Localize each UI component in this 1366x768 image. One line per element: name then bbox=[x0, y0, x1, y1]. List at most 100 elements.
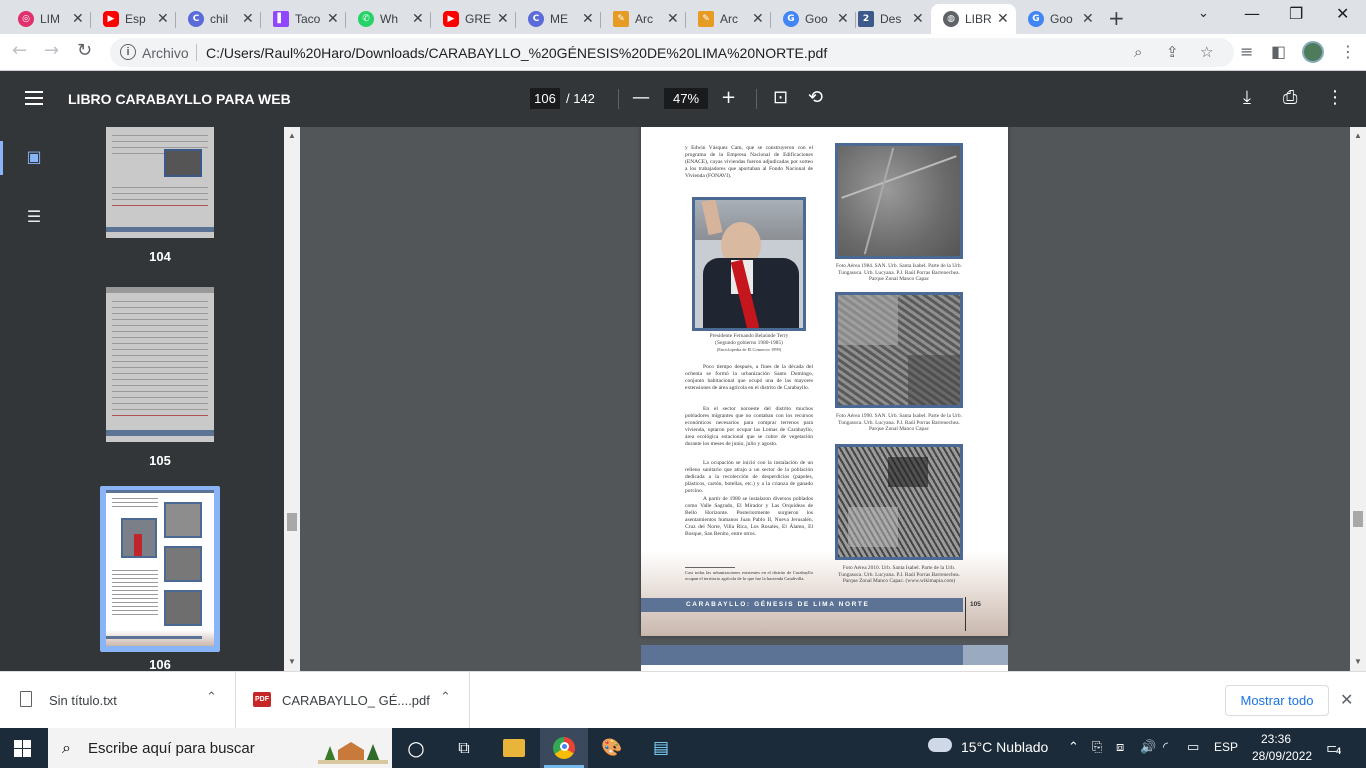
file-explorer-icon[interactable] bbox=[503, 739, 525, 757]
forward-icon[interactable]: → bbox=[44, 40, 59, 61]
body-paragraph: A partir de 1980 se instalaron diversos … bbox=[685, 496, 813, 537]
browser-tab[interactable]: G Goo ✕ bbox=[1016, 4, 1101, 34]
address-url[interactable]: C:/Users/Raul%20Haro/Downloads/CARABAYLL… bbox=[206, 45, 827, 61]
page-thumbnail-current[interactable] bbox=[106, 490, 214, 646]
browser-tab[interactable]: ▶ Esp ✕ bbox=[91, 4, 176, 34]
close-tab-icon[interactable]: ✕ bbox=[327, 11, 339, 27]
wifi-icon[interactable]: ◜ bbox=[1163, 740, 1168, 755]
intro-text: y Edwin Vásquez Cam, que se construyeron… bbox=[685, 145, 813, 179]
battery-icon[interactable]: ▭ bbox=[1187, 740, 1199, 755]
close-tab-icon[interactable]: ✕ bbox=[667, 11, 679, 27]
windows-start-icon[interactable] bbox=[14, 740, 31, 757]
back-icon[interactable]: ← bbox=[12, 40, 27, 61]
bookmark-star-icon[interactable]: ☆ bbox=[1200, 43, 1213, 61]
close-tab-icon[interactable]: ✕ bbox=[912, 11, 924, 27]
viewer-scrollbar[interactable]: ▲ ▼ bbox=[1350, 127, 1366, 671]
browser-tab[interactable]: ✎ Arc ✕ bbox=[686, 4, 771, 34]
twitch-icon: ▌ bbox=[273, 11, 289, 27]
paint-icon[interactable]: 🎨 bbox=[601, 737, 623, 759]
close-download-bar-icon[interactable]: ✕ bbox=[1340, 690, 1353, 709]
zoom-in-icon[interactable]: + bbox=[721, 87, 736, 108]
zoom-out-icon[interactable]: — bbox=[632, 87, 650, 108]
download-item[interactable]: Sin título.txt ⌃ bbox=[0, 672, 236, 729]
close-tab-icon[interactable]: ✕ bbox=[752, 11, 764, 27]
close-tab-icon[interactable]: ✕ bbox=[412, 11, 424, 27]
more-options-icon[interactable]: ⋮ bbox=[1326, 87, 1344, 108]
tab-search-icon[interactable]: ⌄ bbox=[1198, 6, 1209, 21]
aerial-caption: Foto Aérea 1984. SAN. Urb. Santa Isabel.… bbox=[836, 263, 962, 282]
menu-icon[interactable] bbox=[25, 91, 43, 105]
close-tab-icon[interactable]: ✕ bbox=[497, 11, 509, 27]
fit-page-icon[interactable]: ⊡ bbox=[773, 87, 788, 108]
browser-tab-active[interactable]: ◍ LIBR ✕ bbox=[931, 4, 1016, 34]
aerial-photo-1984 bbox=[835, 143, 963, 259]
reading-list-icon[interactable]: ≡ bbox=[1240, 42, 1253, 61]
download-icon[interactable]: ⤓ bbox=[1243, 87, 1251, 108]
profile-avatar[interactable] bbox=[1302, 41, 1324, 63]
chevron-up-icon[interactable]: ⌃ bbox=[440, 690, 451, 705]
sidebar-scrollbar[interactable]: ▲ ▼ bbox=[284, 127, 300, 671]
restore-icon[interactable]: ❐ bbox=[1289, 4, 1303, 23]
window-close-icon[interactable]: ✕ bbox=[1336, 4, 1349, 23]
download-item[interactable]: PDF CARABAYLLO_ GÉ....pdf ⌃ bbox=[236, 672, 470, 729]
pdf-viewer[interactable]: y Edwin Vásquez Cam, que se construyeron… bbox=[300, 127, 1350, 671]
close-tab-icon[interactable]: ✕ bbox=[1082, 11, 1094, 27]
youtube-icon: ▶ bbox=[443, 11, 459, 27]
browser-tab[interactable]: G Goo ✕ bbox=[771, 4, 856, 34]
reload-icon[interactable]: ↻ bbox=[77, 40, 92, 61]
footnote: Casi todas las urbanizaciones existentes… bbox=[685, 570, 813, 581]
volume-icon[interactable]: 🔊 bbox=[1140, 740, 1156, 755]
info-icon[interactable]: i bbox=[120, 44, 136, 60]
share-icon[interactable]: ⇪ bbox=[1166, 43, 1179, 61]
side-panel-icon[interactable]: ◧ bbox=[1271, 42, 1286, 61]
pdf-toolbar: LIBRO CARABAYLLO PARA WEB 106 / 142 — 47… bbox=[0, 71, 1366, 127]
meet-now-icon[interactable]: ⎘ bbox=[1092, 740, 1102, 755]
outline-icon[interactable]: ☰ bbox=[24, 207, 44, 226]
task-view-icon[interactable]: ⧉ bbox=[453, 737, 475, 759]
portrait-caption: (Segundo gobierno 1980-1985) bbox=[715, 340, 783, 346]
network-share-icon[interactable]: ⧈ bbox=[1116, 740, 1124, 755]
page-number-input[interactable]: 106 bbox=[530, 88, 560, 109]
address-bar[interactable]: i Archivo C:/Users/Raul%20Haro/Downloads… bbox=[110, 38, 1234, 67]
chevron-up-icon[interactable]: ⌃ bbox=[206, 690, 217, 705]
close-tab-icon[interactable]: ✕ bbox=[582, 11, 594, 27]
browser-tab[interactable]: Cchil ✕ bbox=[176, 4, 261, 34]
chrome-icon[interactable] bbox=[553, 737, 575, 759]
page-total: / 142 bbox=[566, 91, 595, 106]
browser-tab[interactable]: C ME ✕ bbox=[516, 4, 601, 34]
clock-date: 28/09/2022 bbox=[1252, 749, 1313, 763]
close-tab-icon[interactable]: ✕ bbox=[242, 11, 254, 27]
new-tab-icon[interactable]: + bbox=[1108, 6, 1125, 30]
browser-tab[interactable]: ✆ Wh ✕ bbox=[346, 4, 431, 34]
browser-tab[interactable]: ◎ LIM ✕ bbox=[6, 4, 91, 34]
zoom-icon[interactable]: ⌕ bbox=[1134, 43, 1142, 61]
clock[interactable]: 23:36 28/09/2022 bbox=[1252, 731, 1313, 765]
browser-tab[interactable]: ✎ Arc ✕ bbox=[601, 4, 686, 34]
page-thumbnail[interactable] bbox=[106, 287, 214, 442]
download-tab-icon: 2 bbox=[858, 11, 874, 27]
search-icon: ⌕ bbox=[62, 738, 71, 757]
rotate-icon[interactable]: ⟲ bbox=[808, 87, 823, 108]
pdf-file-icon: PDF bbox=[253, 692, 271, 707]
notifications-count: 4 bbox=[1336, 746, 1342, 756]
close-tab-icon[interactable]: ✕ bbox=[72, 11, 84, 27]
close-tab-icon[interactable]: ✕ bbox=[997, 11, 1009, 27]
print-icon[interactable]: ⎙ bbox=[1283, 87, 1297, 108]
notepad-icon[interactable]: ▤ bbox=[650, 737, 672, 759]
chrome-menu-icon[interactable]: ⋮ bbox=[1340, 42, 1356, 61]
taskbar-search[interactable]: ⌕ Escribe aquí para buscar bbox=[48, 728, 392, 768]
weather-text[interactable]: 15°C Nublado bbox=[961, 739, 1048, 755]
page-thumbnail[interactable] bbox=[106, 127, 214, 238]
browser-tab[interactable]: ▶ GRE ✕ bbox=[431, 4, 516, 34]
thumbnails-icon[interactable]: ▣ bbox=[24, 147, 44, 166]
language-indicator[interactable]: ESP bbox=[1214, 740, 1238, 754]
cortana-icon[interactable]: ○ bbox=[405, 737, 427, 759]
show-hidden-icons[interactable]: ⌃ bbox=[1068, 740, 1079, 755]
browser-tab[interactable]: ▌ Taco ✕ bbox=[261, 4, 346, 34]
show-all-button[interactable]: Mostrar todo bbox=[1225, 685, 1329, 716]
zoom-input[interactable]: 47% bbox=[664, 88, 708, 109]
close-tab-icon[interactable]: ✕ bbox=[157, 11, 169, 27]
minimize-icon[interactable]: — bbox=[1244, 4, 1260, 23]
thumbnail-page-number: 104 bbox=[149, 249, 171, 264]
browser-tab[interactable]: 2 Des ✕ bbox=[846, 4, 931, 34]
